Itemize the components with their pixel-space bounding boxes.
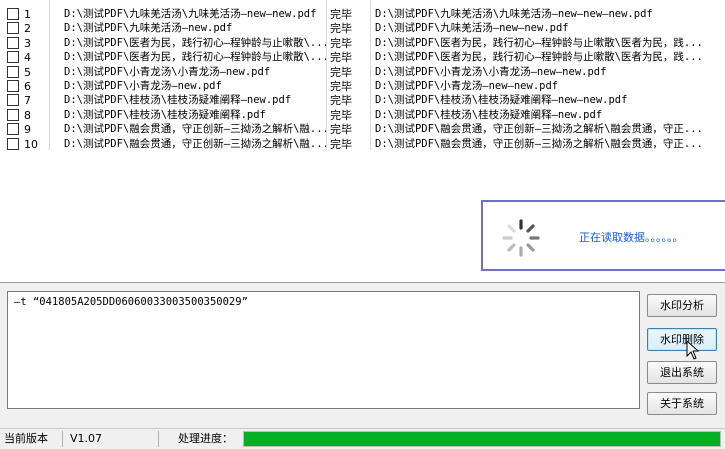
- list-item[interactable]: 7 D:\测试PDF\桂枝汤\桂枝汤疑难阐释—new.pdf 完毕 D:\测试PDF\…: [0, 93, 725, 108]
- source-path: D:\测试PDF\融会贯通，守正创新—三拗汤之解析\融...: [64, 123, 326, 136]
- row-number: 1: [24, 8, 31, 21]
- output-path: D:\测试PDF\小青龙汤—new—new.pdf: [375, 80, 559, 92]
- list-item[interactable]: 9 D:\测试PDF\融会贯通，守正创新—三拗汤之解析\融... 完毕 D:\测试PD…: [0, 122, 725, 137]
- row-checkbox[interactable]: [7, 51, 19, 64]
- list-item[interactable]: 1 D:\测试PDF\九味羌活汤\九味羌活汤—new—new.pdf 完毕 D:\测试…: [0, 7, 725, 22]
- source-path: D:\测试PDF\小青龙汤\小青龙汤—new.pdf: [64, 65, 271, 78]
- output-path: D:\测试PDF\小青龙汤\小青龙汤—new—new.pdf: [375, 65, 607, 78]
- source-path: D:\测试PDF\小青龙汤—new.pdf: [64, 80, 222, 92]
- row-status: 完毕: [330, 108, 352, 122]
- row-status: 完毕: [330, 22, 352, 36]
- row-number: 3: [24, 36, 31, 50]
- output-path: D:\测试PDF\九味羌活汤—new—new.pdf: [375, 22, 569, 35]
- status-divider: [62, 431, 63, 447]
- progress-fill: [244, 432, 720, 446]
- row-checkbox[interactable]: [7, 36, 19, 49]
- source-path: D:\测试PDF\融会贯通，守正创新—三拗汤之解析\融...: [64, 137, 326, 150]
- output-path: D:\测试PDF\九味羌活汤\九味羌活汤—new—new—new.pdf: [375, 8, 653, 20]
- list-item[interactable]: 5 D:\测试PDF\小青龙汤\小青龙汤—new.pdf 完毕 D:\测试PDF\小青…: [0, 65, 725, 80]
- row-checkbox[interactable]: [7, 65, 19, 78]
- row-status: 完毕: [330, 8, 352, 21]
- progress-label: 处理进度：: [178, 432, 233, 445]
- output-path: D:\测试PDF\桂枝汤\桂枝汤疑难阐释—new.pdf: [375, 108, 603, 121]
- row-number: 6: [24, 80, 31, 93]
- command-textarea[interactable]: —t “041805A205DD06060033003500350029”: [7, 291, 640, 409]
- output-path: D:\测试PDF\桂枝汤\桂枝汤疑难阐释—new—new.pdf: [375, 94, 628, 107]
- row-checkbox[interactable]: [7, 22, 19, 35]
- list-item[interactable]: 6 D:\测试PDF\小青龙汤—new.pdf 完毕 D:\测试PDF\小青龙汤—ne…: [0, 79, 725, 94]
- row-status: 完毕: [330, 123, 352, 137]
- output-path: D:\测试PDF\医者为民，践行初心—程钟龄与止嗽散\医者为民，践...: [375, 51, 703, 64]
- output-path: D:\测试PDF\医者为民，践行初心—程钟龄与止嗽散\医者为民，践...: [375, 36, 703, 49]
- source-path: D:\测试PDF\桂枝汤\桂枝汤疑难阐释—new.pdf: [64, 94, 292, 107]
- remove-watermark-button[interactable]: 水印删除: [647, 328, 717, 351]
- output-path: D:\测试PDF\融会贯通，守正创新—三拗汤之解析\融会贯通，守正...: [375, 123, 703, 136]
- row-status: 完毕: [330, 65, 352, 79]
- version-label: 当前版本: [4, 432, 48, 445]
- list-item[interactable]: 10 D:\测试PDF\融会贯通，守正创新—三拗汤之解析\融... 完毕 D:\测试P…: [0, 137, 725, 152]
- row-status: 完毕: [330, 80, 352, 93]
- source-path: D:\测试PDF\九味羌活汤\九味羌活汤—new—new.pdf: [64, 8, 317, 20]
- command-text: —t “041805A205DD06060033003500350029”: [14, 296, 248, 308]
- about-system-button[interactable]: 关于系统: [647, 392, 717, 415]
- loading-dialog: 正在读取数据。。。。。。: [481, 200, 725, 271]
- row-status: 完毕: [330, 51, 352, 65]
- row-checkbox[interactable]: [7, 8, 19, 20]
- loading-text: 正在读取数据。。。。。。: [579, 231, 684, 244]
- row-number: 9: [24, 123, 31, 137]
- status-divider: [158, 431, 159, 447]
- row-checkbox[interactable]: [7, 137, 19, 150]
- row-checkbox[interactable]: [7, 123, 19, 136]
- list-item[interactable]: 2 D:\测试PDF\九味羌活汤—new.pdf 完毕 D:\测试PDF\九味羌活汤—…: [0, 21, 725, 36]
- status-bar: 当前版本 V1.07 处理进度：: [0, 428, 725, 449]
- row-status: 完毕: [330, 137, 352, 151]
- output-path: D:\测试PDF\融会贯通，守正创新—三拗汤之解析\融会贯通，守正...: [375, 137, 703, 150]
- list-item[interactable]: 8 D:\测试PDF\桂枝汤\桂枝汤疑难阐释.pdf 完毕 D:\测试PDF\桂枝汤\…: [0, 108, 725, 123]
- row-status: 完毕: [330, 36, 352, 50]
- row-status: 完毕: [330, 94, 352, 108]
- row-number: 7: [24, 94, 31, 108]
- list-item[interactable]: 3 D:\测试PDF\医者为民，践行初心—程钟龄与止嗽散\... 完毕 D:\测试PD…: [0, 36, 725, 51]
- source-path: D:\测试PDF\桂枝汤\桂枝汤疑难阐释.pdf: [64, 108, 266, 121]
- source-path: D:\测试PDF\医者为民，践行初心—程钟龄与止嗽散\...: [64, 51, 326, 64]
- row-number: 10: [24, 137, 38, 151]
- file-list[interactable]: 1 D:\测试PDF\九味羌活汤\九味羌活汤—new—new.pdf 完毕 D:\测试…: [0, 0, 725, 283]
- row-checkbox[interactable]: [7, 108, 19, 121]
- source-path: D:\测试PDF\医者为民，践行初心—程钟龄与止嗽散\...: [64, 36, 326, 49]
- row-checkbox[interactable]: [7, 80, 19, 92]
- row-number: 4: [24, 51, 31, 65]
- source-path: D:\测试PDF\九味羌活汤—new.pdf: [64, 22, 233, 35]
- exit-system-button[interactable]: 退出系统: [647, 361, 717, 384]
- row-number: 2: [24, 22, 31, 36]
- version-value: V1.07: [70, 432, 103, 445]
- list-item[interactable]: 4 D:\测试PDF\医者为民，践行初心—程钟龄与止嗽散\... 完毕 D:\测试PD…: [0, 50, 725, 65]
- mouse-cursor-icon: [686, 340, 700, 360]
- row-number: 5: [24, 65, 31, 79]
- loading-spinner-icon: [502, 219, 540, 257]
- progress-bar: [243, 431, 721, 447]
- analyze-watermark-button[interactable]: 水印分析: [647, 294, 717, 317]
- row-number: 8: [24, 108, 31, 122]
- row-checkbox[interactable]: [7, 94, 19, 107]
